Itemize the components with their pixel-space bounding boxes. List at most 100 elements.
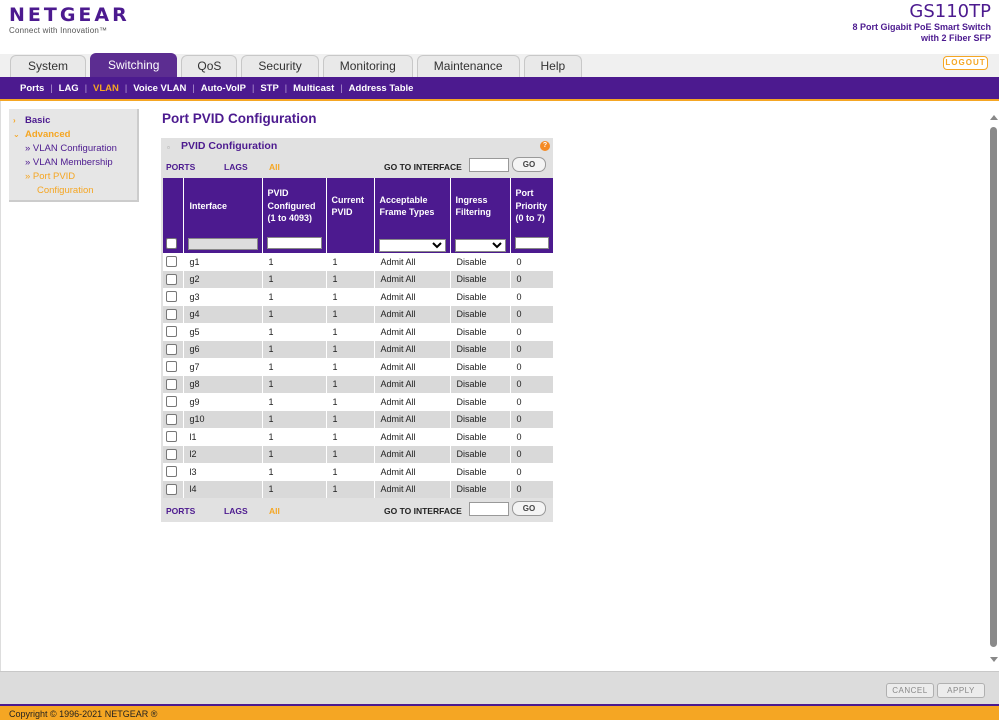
subnav-lag[interactable]: LAG xyxy=(53,83,85,94)
model-desc-1: 8 Port Gigabit PoE Smart Switch xyxy=(852,22,991,32)
table-row[interactable]: l4 1 1 Admit All Disable 0 xyxy=(163,480,554,498)
table-row[interactable]: g8 1 1 Admit All Disable 0 xyxy=(163,375,554,393)
go-button-bottom[interactable]: GO xyxy=(512,501,546,516)
tab-maintenance[interactable]: Maintenance xyxy=(416,55,520,77)
table-row[interactable]: l1 1 1 Admit All Disable 0 xyxy=(163,428,554,446)
row-checkbox[interactable] xyxy=(166,326,177,338)
subnav-multicast[interactable]: Multicast xyxy=(287,83,340,94)
row-select-cell xyxy=(163,323,184,341)
row-checkbox[interactable] xyxy=(166,431,177,443)
tab-qos[interactable]: QoS xyxy=(181,55,238,77)
ingress-filtering-cell: Disable xyxy=(450,393,511,411)
table-row[interactable]: g4 1 1 Admit All Disable 0 xyxy=(163,305,554,323)
table-row[interactable]: g6 1 1 Admit All Disable 0 xyxy=(163,340,554,358)
collapse-icon[interactable]: ▫ xyxy=(167,143,170,152)
vertical-scrollbar[interactable] xyxy=(988,105,998,665)
row-checkbox[interactable] xyxy=(166,413,177,425)
ingress-filtering-cell: Disable xyxy=(450,323,511,341)
row-checkbox[interactable] xyxy=(166,343,177,355)
frame-types-select[interactable] xyxy=(378,238,446,252)
filter-all[interactable]: All xyxy=(269,162,280,172)
frame-types-cell: Admit All xyxy=(374,288,451,306)
model-name: GS110TP xyxy=(909,1,991,22)
table-row[interactable]: g1 1 1 Admit All Disable 0 xyxy=(163,253,554,271)
pvid-input[interactable] xyxy=(266,237,322,249)
scroll-up-arrow-icon[interactable] xyxy=(990,115,998,120)
ingress-filtering-select[interactable] xyxy=(454,238,506,252)
pvid-configured-cell: 1 xyxy=(262,410,327,428)
row-checkbox[interactable] xyxy=(166,448,177,460)
filter-lags-bottom[interactable]: LAGS xyxy=(224,506,248,516)
frame-types-cell: Admit All xyxy=(374,270,451,288)
goto-interface-input-bottom[interactable] xyxy=(469,502,509,516)
cancel-button[interactable]: CANCEL xyxy=(886,683,934,698)
table-row[interactable]: g5 1 1 Admit All Disable 0 xyxy=(163,323,554,341)
go-button[interactable]: GO xyxy=(512,157,546,172)
scrollbar-thumb[interactable] xyxy=(990,127,997,647)
ingress-filtering-cell: Disable xyxy=(450,463,511,481)
menu-port-pvid-cont[interactable]: Configuration xyxy=(13,184,137,198)
table-row[interactable]: l3 1 1 Admit All Disable 0 xyxy=(163,463,554,481)
row-select-cell xyxy=(163,393,184,411)
filter-ports-bottom[interactable]: PORTS xyxy=(166,506,195,516)
select-all-cell xyxy=(163,234,184,253)
tab-help[interactable]: Help xyxy=(523,55,583,77)
subnav-voice-vlan[interactable]: Voice VLAN xyxy=(127,83,192,94)
logout-button[interactable]: LOGOUT xyxy=(943,56,988,70)
current-pvid-cell: 1 xyxy=(326,410,375,428)
help-icon[interactable]: ? xyxy=(540,141,550,151)
row-checkbox[interactable] xyxy=(166,308,177,320)
row-checkbox[interactable] xyxy=(166,466,177,478)
pvid-panel: ▫ PVID Configuration ? PORTS LAGS All GO… xyxy=(161,138,554,522)
menu-port-pvid[interactable]: » Port PVID xyxy=(13,170,137,184)
menu-advanced[interactable]: ⌄ Advanced xyxy=(13,128,137,142)
row-checkbox[interactable] xyxy=(166,483,177,495)
row-select-cell xyxy=(163,340,184,358)
current-pvid-cell: 1 xyxy=(326,393,375,411)
pvid-edit-cell xyxy=(262,234,327,253)
interface-cell: l1 xyxy=(183,428,263,446)
subnav-stp[interactable]: STP xyxy=(254,83,284,94)
subnav-ports[interactable]: Ports xyxy=(14,83,50,94)
apply-button[interactable]: APPLY xyxy=(937,683,985,698)
row-checkbox[interactable] xyxy=(166,361,177,373)
tab-monitoring[interactable]: Monitoring xyxy=(322,55,413,77)
tab-system[interactable]: System xyxy=(10,55,87,77)
row-checkbox[interactable] xyxy=(166,396,177,408)
header-current-pvid: Current PVID xyxy=(326,178,375,234)
select-all-checkbox[interactable] xyxy=(166,237,177,249)
table-row[interactable]: g7 1 1 Admit All Disable 0 xyxy=(163,358,554,376)
pvid-configured-cell: 1 xyxy=(262,340,327,358)
table-row[interactable]: g9 1 1 Admit All Disable 0 xyxy=(163,393,554,411)
ingress-filtering-cell: Disable xyxy=(450,340,511,358)
menu-vlan-membership[interactable]: » VLAN Membership xyxy=(13,156,137,170)
page-title: Port PVID Configuration xyxy=(162,111,317,126)
row-checkbox[interactable] xyxy=(166,256,177,268)
subnav-vlan[interactable]: VLAN xyxy=(87,83,125,94)
row-checkbox[interactable] xyxy=(166,291,177,303)
table-row[interactable]: g3 1 1 Admit All Disable 0 xyxy=(163,288,554,306)
row-checkbox[interactable] xyxy=(166,378,177,390)
tab-switching[interactable]: Switching xyxy=(90,53,178,77)
filter-ports[interactable]: PORTS xyxy=(166,162,195,172)
subnav-address-table[interactable]: Address Table xyxy=(343,83,420,94)
scroll-down-arrow-icon[interactable] xyxy=(990,657,998,662)
table-row[interactable]: g2 1 1 Admit All Disable 0 xyxy=(163,270,554,288)
tab-security[interactable]: Security xyxy=(241,55,319,77)
priority-input[interactable] xyxy=(514,237,549,249)
menu-basic[interactable]: › Basic xyxy=(13,114,137,128)
row-checkbox[interactable] xyxy=(166,273,177,285)
subnav-auto-voip[interactable]: Auto-VoIP xyxy=(195,83,252,94)
table-row[interactable]: l2 1 1 Admit All Disable 0 xyxy=(163,445,554,463)
filter-lags[interactable]: LAGS xyxy=(224,162,248,172)
goto-interface-input[interactable] xyxy=(469,158,509,172)
ingress-filtering-cell: Disable xyxy=(450,358,511,376)
edit-row xyxy=(163,234,554,253)
header-ingress-filtering: Ingress Filtering xyxy=(450,178,511,234)
pvid-table: Interface PVID Configured (1 to 4093) Cu… xyxy=(163,178,554,498)
filter-all-bottom[interactable]: All xyxy=(269,506,280,516)
table-row[interactable]: g10 1 1 Admit All Disable 0 xyxy=(163,410,554,428)
sub-navigation: Ports | LAG | VLAN | Voice VLAN | Auto-V… xyxy=(0,77,999,99)
content-area: › Basic ⌄ Advanced » VLAN Configuration » … xyxy=(0,101,999,671)
menu-vlan-configuration[interactable]: » VLAN Configuration xyxy=(13,142,137,156)
